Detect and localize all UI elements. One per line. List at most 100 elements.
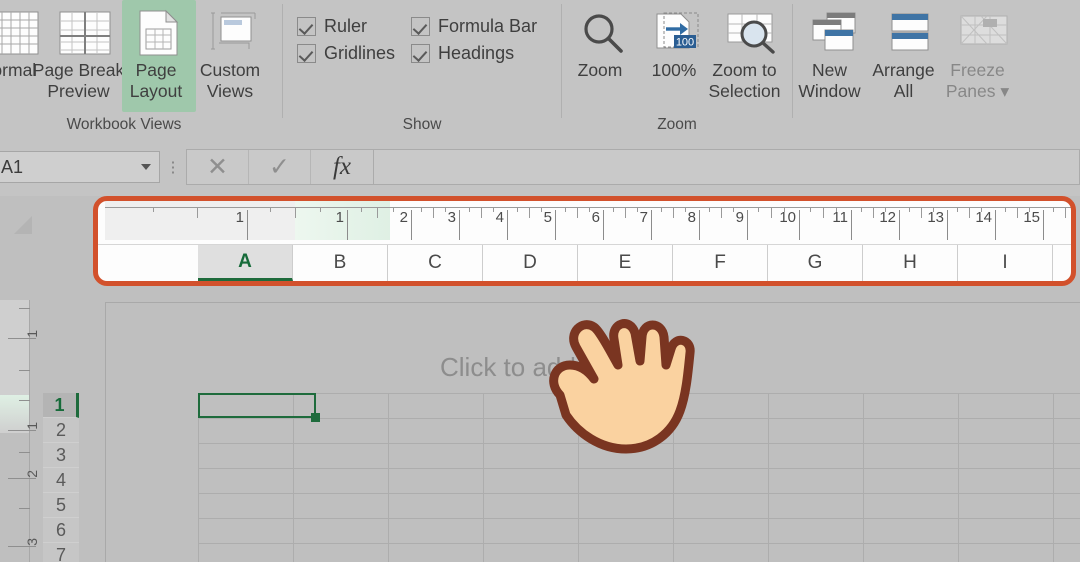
ruler-tick-minor [758,207,759,212]
checkbox-icon [297,44,316,63]
pointing-hand-cursor [538,303,708,458]
row-header-1[interactable]: 1 [43,393,79,418]
ruler-number: 7 [639,209,648,226]
vruler-tick-minor [19,400,30,401]
gridline-horizontal [198,518,1080,519]
zoom-to-selection-button[interactable]: Zoom to Selection [709,0,788,112]
excel-page-layout-screen: Normal [0,0,1080,562]
selected-cell-a1[interactable] [198,393,316,418]
ruler-tick-minor [613,207,614,212]
formula-bar-row: A1 ⋮ ✕ ✓ fx [0,138,1080,196]
ruler-tick-minor [565,207,566,212]
select-all-icon[interactable] [14,216,32,234]
ribbon-view-tab: Normal [0,0,1080,138]
ruler-left-margin [105,200,295,240]
ribbon-group-zoom: Zoom 100 100% Zoom to Selection Zoom [562,0,792,138]
checkbox-icon [411,44,431,63]
ruler-tick-minor [957,207,958,212]
ruler-tick-minor [577,207,578,218]
vruler-tick-major [8,338,36,339]
ruler-tick-minor [969,207,970,218]
ruler-tick-minor [771,207,772,218]
ruler-tick-minor [733,207,734,212]
column-header-g[interactable]: G [768,245,863,281]
ruler-number: 11 [832,209,848,226]
formula-bar-checkbox[interactable]: Formula Bar [411,16,537,37]
ruler-number: 6 [591,209,600,226]
column-header-h[interactable]: H [863,245,958,281]
ruler-tick-minor [921,207,922,218]
gridlines-checkbox[interactable]: Gridlines [297,43,395,64]
vertical-ruler[interactable]: 1 1 2 3 [0,300,40,562]
headings-label: Headings [438,43,515,63]
ruler-tick-major [899,210,900,240]
ruler-tick-major [747,210,748,240]
ruler-tick-minor [197,207,198,218]
ruler-number: 12 [879,209,896,226]
vruler-number: 2 [24,470,40,478]
row-header-2[interactable]: 2 [43,418,79,443]
freeze-panes-button[interactable]: Freeze Panes ▾ [946,0,1021,112]
checkbox-icon [411,17,431,36]
column-header-b[interactable]: B [293,245,388,281]
insert-function-button[interactable]: fx [311,150,373,184]
fx-icon: fx [332,153,352,180]
ruler-tick-minor [529,207,530,218]
row-header-7[interactable]: 7 [43,543,79,562]
name-box[interactable]: A1 [0,151,160,183]
page-break-icon [57,6,113,60]
ribbon-group-show: Ruler Formula Bar Gridlines Headings Sho… [283,0,561,138]
ruler-tick-minor [685,207,686,212]
vruler-tick-minor [19,370,30,371]
ruler-tick-major [995,210,996,240]
name-box-dropdown-icon[interactable] [141,164,151,170]
row-header-5[interactable]: 5 [43,493,79,518]
formula-action-buttons: ✕ ✓ fx [186,149,374,185]
custom-views-button[interactable]: Custom Views [196,0,270,112]
close-icon: ✕ [207,153,228,181]
ruler-tick-minor [637,207,638,212]
vruler-top-margin [0,300,30,395]
name-box-value: A1 [1,156,24,177]
row-header-4[interactable]: 4 [43,468,79,493]
ruler-number: 5 [543,209,552,226]
ruler-tick-minor [295,207,296,218]
fill-handle[interactable] [311,413,320,422]
vruler-number: 3 [24,538,40,546]
page-break-preview-button[interactable]: Page Break Preview [33,0,124,112]
column-header-i[interactable]: I [958,245,1053,281]
horizontal-ruler[interactable]: 112345678910111213141516 [97,200,1072,244]
ruler-number: 14 [975,209,992,226]
gridline-horizontal [198,493,1080,494]
vruler-number: 1 [24,330,40,338]
ruler-tick-major [851,210,852,240]
row-header-3[interactable]: 3 [43,443,79,468]
zoom-button[interactable]: Zoom [566,0,640,112]
column-header-f[interactable]: F [673,245,768,281]
ruler-checkbox[interactable]: Ruler [297,16,395,37]
page-layout-button[interactable]: Page Layout [122,0,196,112]
ruler-number: 1 [335,209,344,226]
headings-checkbox[interactable]: Headings [411,43,537,64]
column-header-c[interactable]: C [388,245,483,281]
ruler-tick-major [555,210,556,240]
column-header-d[interactable]: D [483,245,578,281]
vruler-tick-minor [19,308,30,309]
chevron-down-icon: ▾ [1000,81,1010,101]
row-header-6[interactable]: 6 [43,518,79,543]
ruler-number: 2 [399,209,408,226]
cancel-button[interactable]: ✕ [187,150,249,184]
ruler-number: 8 [687,209,696,226]
formula-input[interactable] [374,149,1080,185]
ribbon-group-workbook-views: Normal [0,0,274,138]
ruler-tick-minor [589,207,590,212]
ruler-number: 3 [447,209,456,226]
vruler-tick-major [8,430,36,431]
ruler-and-headers-panel: 112345678910111213141516 ABCDEFGHI [97,200,1072,282]
ruler-tick-minor [625,207,626,218]
enter-button[interactable]: ✓ [249,150,311,184]
freeze-panes-label: Freeze Panes ▾ [945,60,1010,101]
column-header-e[interactable]: E [578,245,673,281]
formula-bar-grip[interactable]: ⋮ [160,160,186,175]
column-header-a[interactable]: A [198,245,293,281]
